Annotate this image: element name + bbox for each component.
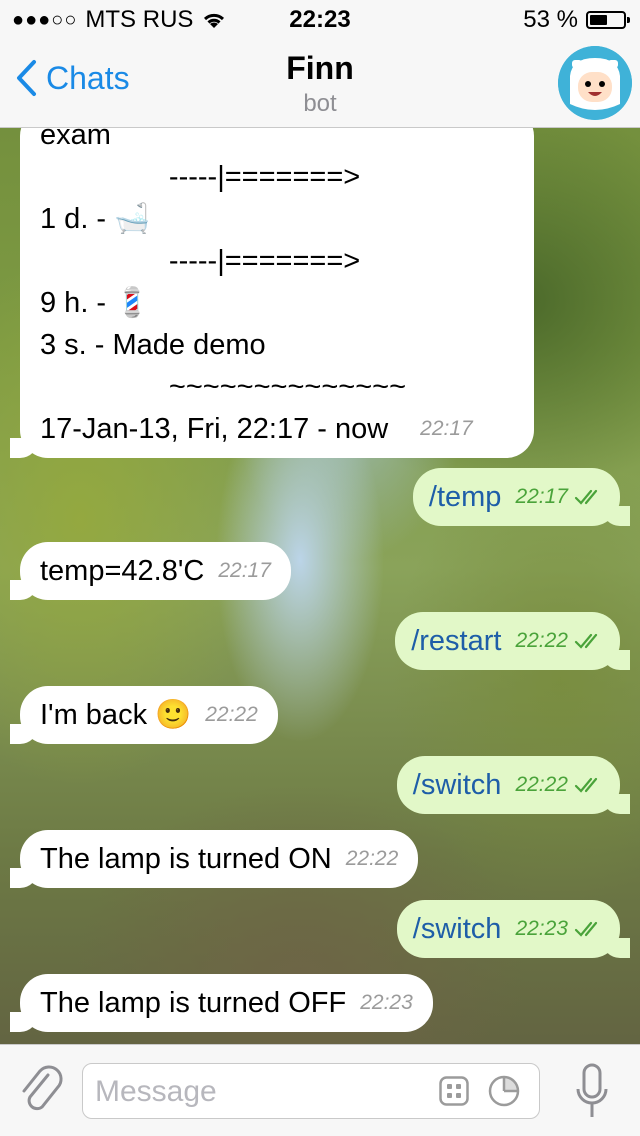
incoming-message[interactable]: I'm back 🙂 22:22 [10, 686, 278, 744]
message-line: exam [40, 128, 111, 151]
message-text: The lamp is turned OFF [40, 987, 347, 1019]
chat-subtitle: bot [303, 90, 337, 117]
message-line: -----|=======> [40, 245, 361, 277]
composer-bar [0, 1044, 640, 1136]
message-input[interactable] [93, 1072, 427, 1112]
message-time: 22:17 [420, 417, 473, 440]
battery-percent: 53 % [523, 6, 578, 33]
read-checkmarks-icon [574, 633, 598, 649]
battery-fill [590, 15, 607, 25]
message-list[interactable]: exam -----|=======> 1 d. - 🛁 -----|=====… [0, 128, 640, 1044]
incoming-message[interactable]: temp=42.8'C 22:17 [10, 542, 291, 600]
message-text: /restart [411, 625, 502, 657]
bot-keyboard-icon[interactable] [439, 1076, 469, 1106]
read-checkmarks-icon [574, 777, 598, 793]
message-time: 22:17 [218, 559, 271, 582]
message-line: -----|=======> [40, 161, 361, 193]
status-bar: ●●●○○ MTS RUS 22:23 53 % [0, 0, 640, 40]
incoming-message[interactable]: The lamp is turned OFF 22:23 [10, 974, 433, 1032]
message-time: 22:22 [345, 847, 399, 870]
paperclip-icon[interactable] [18, 1065, 64, 1117]
incoming-message[interactable]: The lamp is turned ON 22:22 [9, 830, 419, 888]
chat-title[interactable]: Finn [0, 50, 640, 87]
message-text: /switch [412, 769, 502, 801]
message-line: 9 h. - 💈 [40, 287, 151, 319]
message-line: 3 s. - Made demo [40, 329, 266, 361]
message-text: /switch [412, 913, 502, 945]
finn-avatar-icon [558, 46, 632, 120]
outgoing-message[interactable]: /switch 22:22 [396, 756, 631, 814]
message-line: ~~~~~~~~~~~~~~ [40, 371, 407, 403]
message-time: 22:23 [360, 991, 413, 1014]
outgoing-message[interactable]: /restart 22:22 [395, 612, 630, 670]
message-text: I'm back 🙂 [40, 699, 192, 731]
outgoing-message[interactable]: /switch 22:23 [396, 900, 631, 958]
microphone-icon[interactable] [574, 1063, 610, 1121]
message-time: 22:23 [515, 917, 568, 940]
message-field[interactable] [82, 1063, 540, 1119]
incoming-message[interactable]: exam -----|=======> 1 d. - 🛁 -----|=====… [10, 128, 534, 458]
moon-icon[interactable] [487, 1074, 521, 1108]
message-line: 1 d. - 🛁 [40, 203, 151, 235]
message-time: 22:22 [515, 629, 568, 652]
outgoing-message[interactable]: /temp 22:17 [412, 468, 631, 526]
message-text: /temp [428, 481, 502, 513]
message-text: temp=42.8'C [40, 555, 205, 587]
battery-icon [586, 11, 630, 29]
nav-bar: Chats Finn bot [0, 40, 640, 128]
read-checkmarks-icon [574, 921, 598, 937]
message-text: The lamp is turned ON [40, 843, 332, 875]
message-time: 22:22 [205, 703, 258, 726]
message-time: 22:17 [515, 485, 568, 508]
message-time: 22:22 [515, 773, 568, 796]
read-checkmarks-icon [574, 489, 598, 505]
avatar[interactable] [558, 46, 632, 120]
message-line: 17-Jan-13, Fri, 22:17 - now [40, 413, 389, 445]
